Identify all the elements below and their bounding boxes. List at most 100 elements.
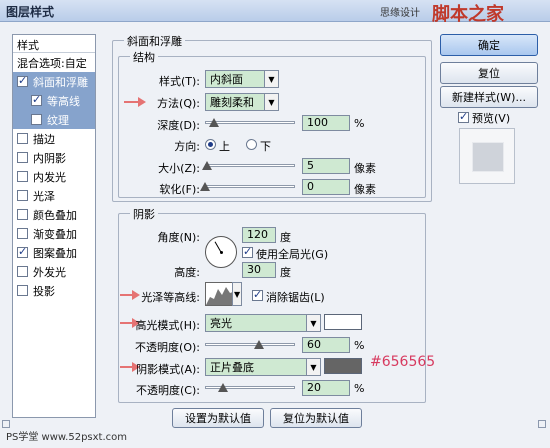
highlight-opacity-unit: % (354, 339, 365, 352)
sidebar-item-label: 斜面和浮雕 (33, 75, 88, 89)
angle-unit: 度 (280, 231, 291, 244)
direction-down-radio[interactable] (246, 139, 257, 150)
soften-slider[interactable] (200, 182, 295, 192)
make-default-button[interactable]: 设置为默认值 (172, 408, 264, 428)
sidebar-item[interactable]: 颜色叠加 (13, 205, 95, 224)
sidebar-item[interactable]: 等高线 (13, 91, 95, 110)
highlight-color-swatch[interactable] (324, 314, 362, 330)
sidebar-item-checkbox[interactable] (17, 245, 28, 258)
highlight-mode-value: 亮光 (210, 317, 232, 330)
technique-select[interactable]: 雕刻柔和 ▼ (205, 93, 279, 111)
shadow-opacity-input[interactable]: 20 (302, 380, 350, 396)
depth-input[interactable]: 100 (302, 115, 350, 131)
direction-up-radio[interactable] (205, 139, 216, 150)
ok-button[interactable]: 确定 (440, 34, 538, 56)
highlight-opacity-input[interactable]: 60 (302, 337, 350, 353)
shadow-opacity-slider[interactable] (205, 383, 295, 393)
reset-button[interactable]: 复位 (440, 62, 538, 84)
technique-label: 方法(Q): (157, 97, 200, 110)
sidebar-item-label: 内阴影 (33, 151, 66, 165)
chevron-down-icon: ▼ (234, 289, 241, 299)
style-select-value: 内斜面 (210, 73, 243, 86)
sidebar-item-label: 投影 (33, 284, 55, 298)
sidebar-item-checkbox[interactable] (17, 152, 28, 163)
style-select[interactable]: 内斜面 ▼ (205, 70, 279, 88)
sidebar-item-checkbox[interactable] (17, 133, 28, 144)
gloss-contour-dropdown[interactable]: ▼ (232, 282, 242, 306)
sidebar-item-label: 光泽 (33, 189, 55, 203)
depth-slider[interactable] (205, 118, 295, 128)
size-input[interactable]: 5 (302, 158, 350, 174)
sidebar-item-label: 渐变叠加 (33, 227, 77, 241)
shadow-color-swatch[interactable] (324, 358, 362, 374)
chevron-down-icon: ▼ (306, 315, 320, 331)
soften-label: 软化(F): (159, 183, 200, 196)
highlight-mode-label: 高光模式(H): (135, 319, 200, 332)
sidebar-item-label: 等高线 (47, 94, 80, 108)
soften-unit: 像素 (354, 183, 376, 196)
angle-input[interactable]: 120 (242, 227, 276, 243)
sidebar-item-checkbox[interactable] (31, 93, 42, 106)
bevel-emboss-title: 斜面和浮雕 (124, 33, 185, 49)
soften-input[interactable]: 0 (302, 179, 350, 195)
sidebar-item[interactable]: 图案叠加 (13, 243, 95, 262)
slider-thumb[interactable] (200, 182, 210, 191)
sidebar-item[interactable]: 渐变叠加 (13, 224, 95, 243)
sidebar-item[interactable]: 外发光 (13, 262, 95, 281)
shadow-mode-select[interactable]: 正片叠底 ▼ (205, 358, 321, 376)
preview-checkbox[interactable] (458, 110, 469, 123)
sidebar-item[interactable]: 内发光 (13, 167, 95, 186)
slider-track (205, 185, 295, 188)
angle-center (220, 251, 223, 254)
sidebar-item-checkbox[interactable] (17, 266, 28, 277)
sidebar-item-checkbox[interactable] (17, 171, 28, 182)
sidebar-item-checkbox[interactable] (31, 114, 42, 125)
sidebar-item-checkbox[interactable] (17, 190, 28, 201)
altitude-unit: 度 (280, 266, 291, 279)
highlight-opacity-slider[interactable] (205, 340, 295, 350)
sidebar-item-checkbox[interactable] (17, 228, 28, 239)
size-slider[interactable] (201, 161, 295, 171)
slider-thumb[interactable] (201, 161, 212, 170)
chevron-down-icon: ▼ (264, 94, 278, 110)
sidebar-item[interactable]: 光泽 (13, 186, 95, 205)
angle-dial[interactable] (205, 236, 237, 268)
size-label: 大小(Z): (158, 162, 200, 175)
watermark-text: 思缘设计 (380, 8, 420, 19)
sidebar-item[interactable]: 混合选项:自定 (13, 53, 95, 72)
preview-label: 预览(V) (472, 112, 511, 125)
slider-thumb[interactable] (209, 118, 219, 127)
chevron-down-icon: ▼ (264, 71, 278, 87)
gloss-contour-label: 光泽等高线: (141, 291, 200, 304)
highlight-opacity-label: 不透明度(O): (135, 341, 200, 354)
styles-list: 样式 混合选项:自定斜面和浮雕等高线纹理描边内阴影内发光光泽颜色叠加渐变叠加图案… (12, 34, 96, 418)
global-light-label: 使用全局光(G) (256, 248, 329, 261)
sidebar-item[interactable]: 描边 (13, 129, 95, 148)
reset-to-default-button[interactable]: 复位为默认值 (270, 408, 362, 428)
window-title: 图层样式 (6, 5, 55, 19)
altitude-input[interactable]: 30 (242, 262, 276, 278)
new-style-button[interactable]: 新建样式(W)... (440, 86, 538, 108)
sidebar-item-checkbox[interactable] (17, 209, 28, 220)
sidebar-item[interactable]: 内阴影 (13, 148, 95, 167)
angle-label: 角度(N): (157, 231, 200, 244)
sidebar-item[interactable]: 纹理 (13, 110, 95, 129)
slider-thumb[interactable] (218, 383, 228, 392)
sidebar-item[interactable]: 投影 (13, 281, 95, 300)
resize-corner-icon (2, 420, 10, 428)
sidebar-item-label: 内发光 (33, 170, 66, 184)
shadow-opacity-unit: % (354, 382, 365, 395)
global-light-checkbox[interactable] (242, 245, 253, 258)
styles-header[interactable]: 样式 (13, 35, 95, 53)
sidebar-item-checkbox[interactable] (17, 285, 28, 296)
chevron-down-icon: ▼ (306, 359, 320, 375)
sidebar-item-label: 外发光 (33, 265, 66, 279)
sidebar-item-label: 描边 (33, 132, 55, 146)
preview-swatch (472, 142, 504, 172)
sidebar-item-checkbox[interactable] (17, 74, 28, 87)
highlight-mode-select[interactable]: 亮光 ▼ (205, 314, 321, 332)
sidebar-item[interactable]: 斜面和浮雕 (13, 72, 95, 91)
slider-thumb[interactable] (254, 340, 264, 349)
title-bar: 图层样式 思缘设计 脚本之家 (0, 0, 550, 25)
anti-aliased-checkbox[interactable] (252, 288, 263, 301)
